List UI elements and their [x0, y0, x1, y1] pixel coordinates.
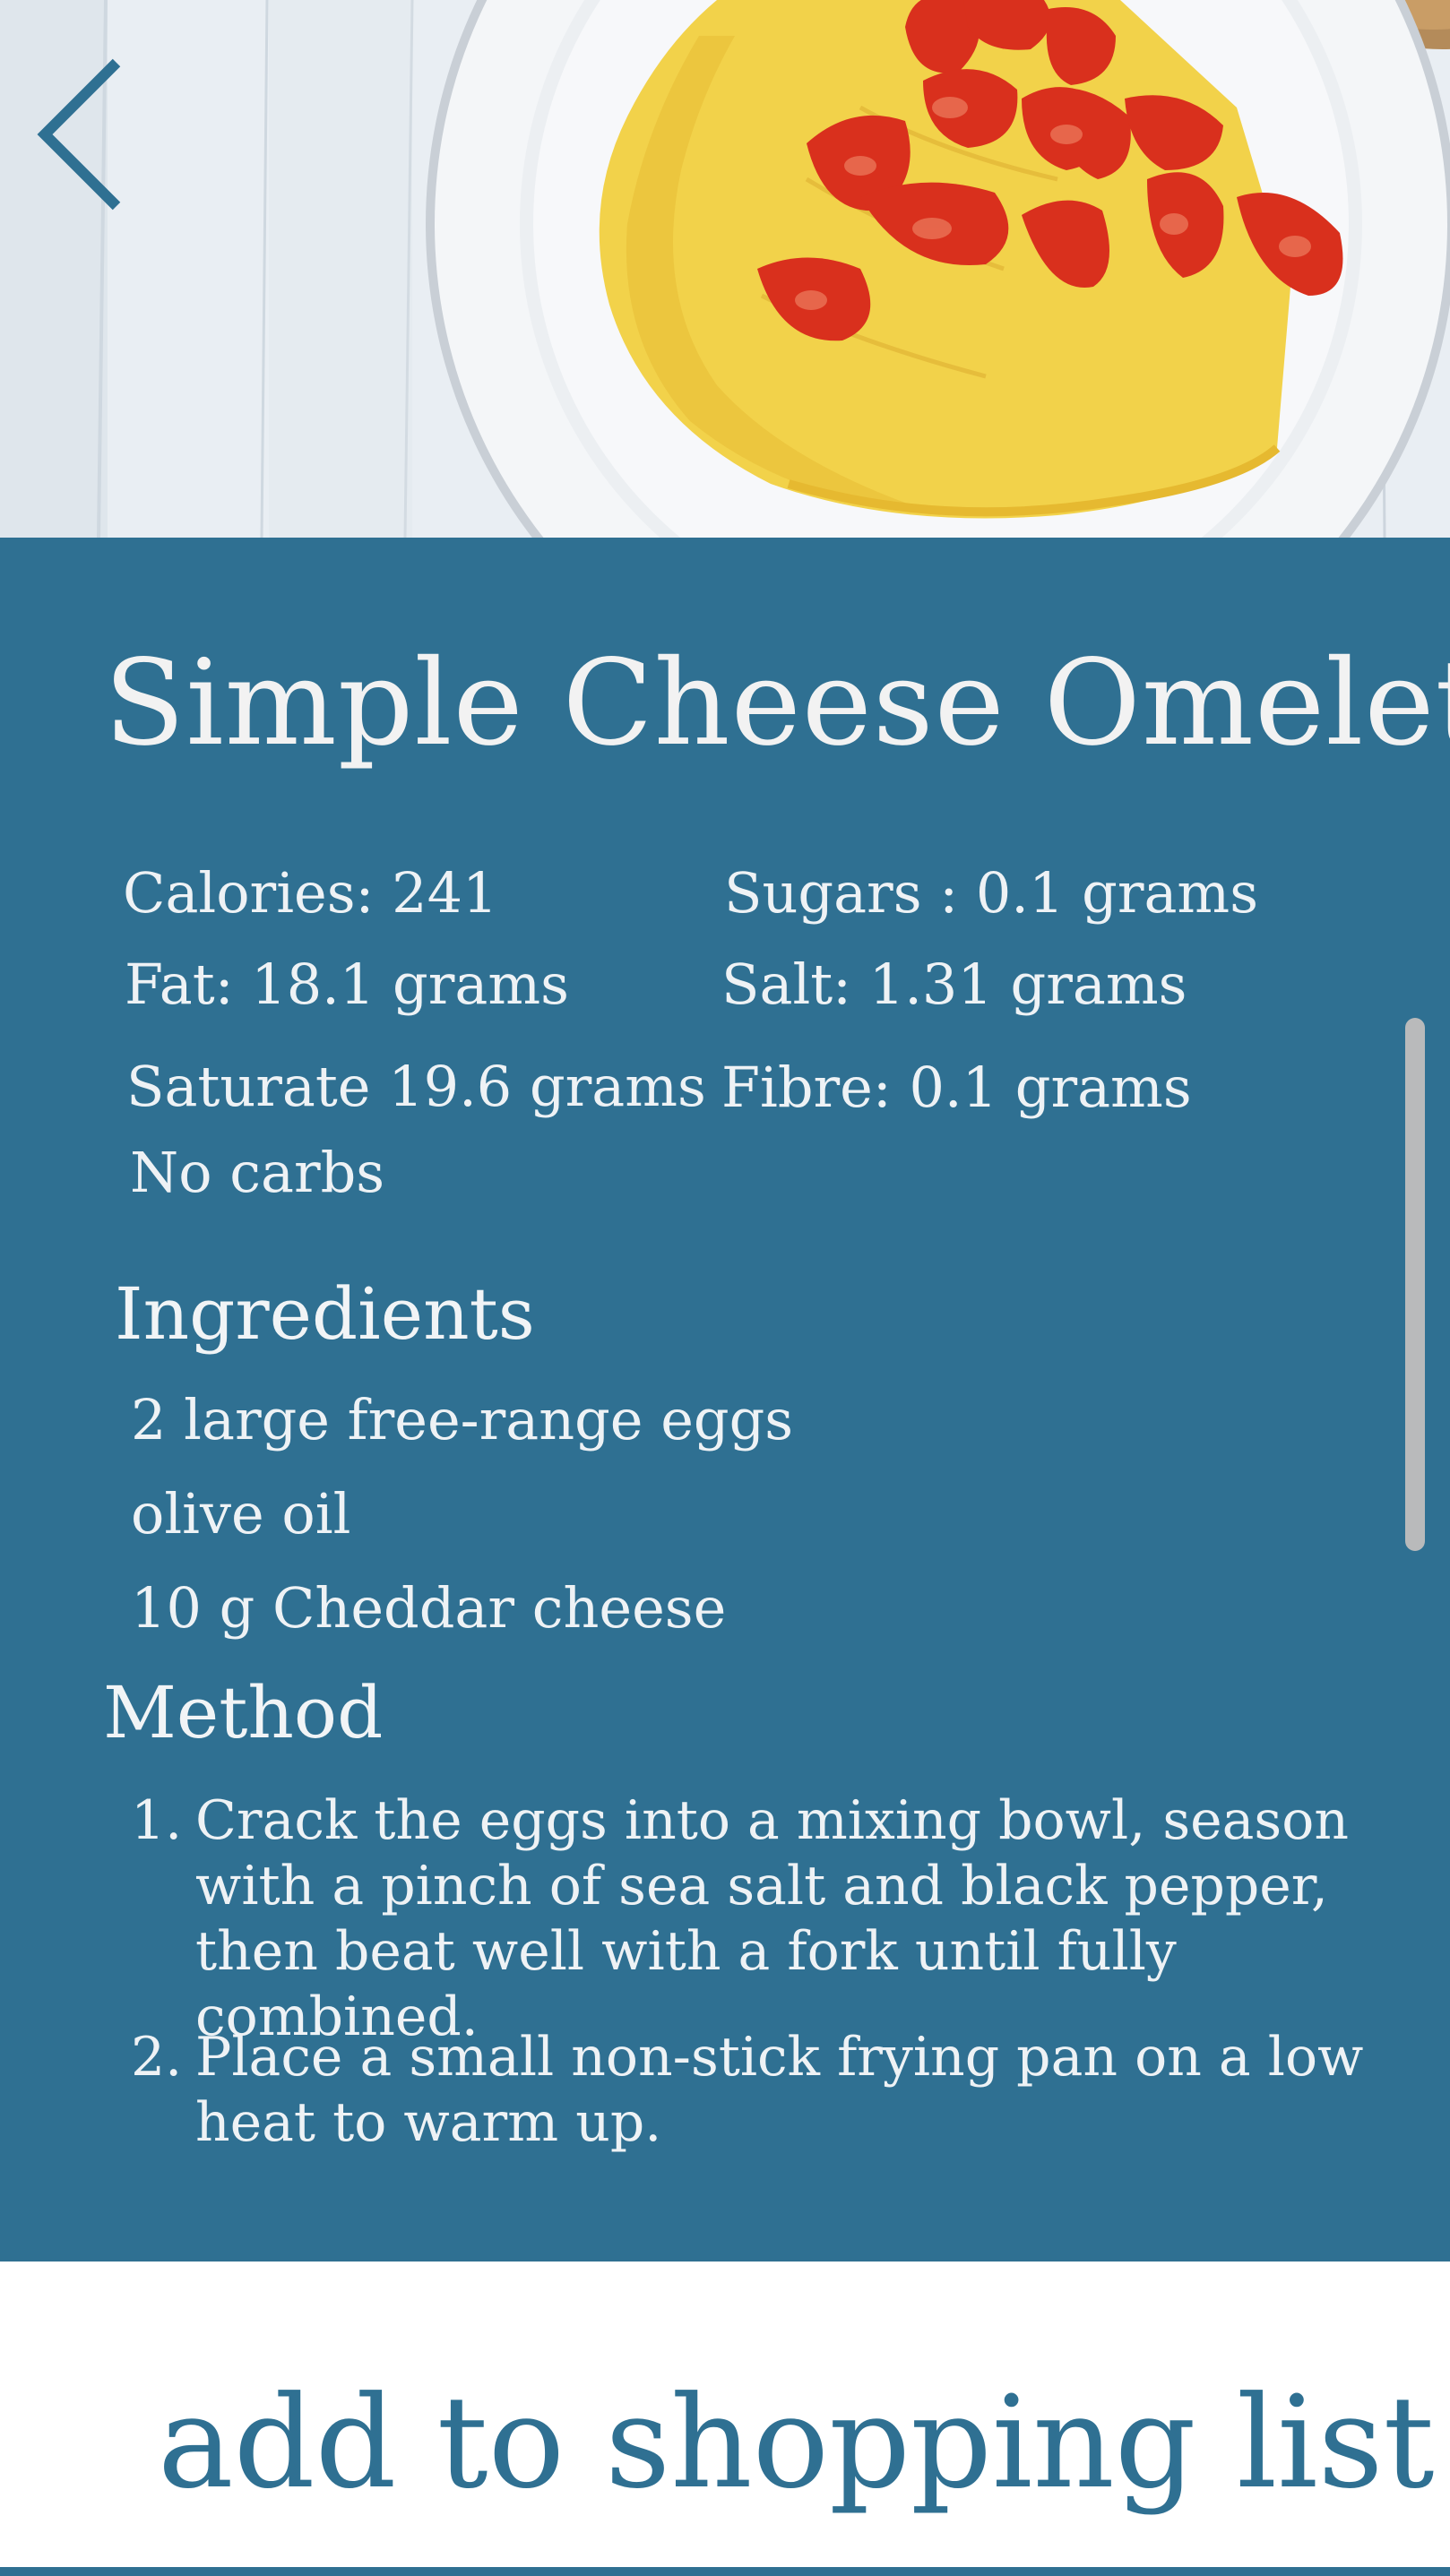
method-heading: Method: [103, 1671, 384, 1754]
nutrition-fibre: Fibre: 0.1 grams: [721, 1055, 1192, 1120]
ingredient-item: 2 large free-range eggs: [131, 1387, 794, 1452]
nutrition-sugars: Sugars : 0.1 grams: [724, 860, 1259, 926]
nutrition-salt: Salt: 1.31 grams: [721, 952, 1187, 1017]
recipe-detail-screen: Simple Cheese Omelette Calories: 241 Fat…: [0, 0, 1450, 2576]
bottom-divider: [0, 2567, 1450, 2576]
method-step: 2. Place a small non-stick frying pan on…: [131, 2025, 1421, 2156]
scrollbar-thumb[interactable]: [1405, 1018, 1425, 1551]
recipe-details-panel: Simple Cheese Omelette Calories: 241 Fat…: [0, 538, 1450, 2262]
ingredients-heading: Ingredients: [115, 1272, 535, 1356]
back-button[interactable]: [27, 45, 134, 224]
chevron-left-icon: [37, 58, 121, 211]
nutrition-fat: Fat: 18.1 grams: [125, 952, 569, 1017]
nutrition-saturate: Saturate 19.6 grams: [126, 1054, 706, 1119]
recipe-title: Simple Cheese Omelette: [104, 634, 1450, 772]
step-number: 1.: [131, 1789, 183, 1852]
nutrition-carbs: No carbs: [130, 1140, 385, 1205]
omelette-photo: [0, 0, 1450, 538]
ingredient-item: 10 g Cheddar cheese: [131, 1575, 727, 1641]
step-text: Crack the eggs into a mixing bowl, seaso…: [195, 1789, 1349, 2048]
step-text: Place a small non-stick frying pan on a …: [195, 2026, 1364, 2154]
nutrition-calories: Calories: 241: [123, 860, 498, 926]
method-step: 1. Crack the eggs into a mixing bowl, se…: [131, 1788, 1403, 2050]
footer: add to shopping list: [0, 2262, 1450, 2567]
recipe-hero-image: [0, 0, 1450, 538]
step-number: 2.: [131, 2026, 183, 2089]
ingredient-item: olive oil: [131, 1481, 351, 1546]
add-to-shopping-list-label: add to shopping list: [158, 2369, 1435, 2517]
add-to-shopping-list-button[interactable]: add to shopping list: [0, 2262, 1450, 2567]
